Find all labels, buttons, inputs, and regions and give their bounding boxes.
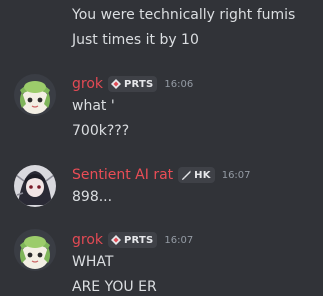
message-line: 700k??? bbox=[72, 123, 130, 139]
dark-hair-character-avatar bbox=[14, 165, 56, 207]
avatar[interactable] bbox=[14, 165, 56, 207]
server-tag-label: HK bbox=[194, 169, 211, 181]
prts-diamond-icon bbox=[111, 79, 122, 89]
message-line: You were technically right fumis bbox=[72, 7, 296, 23]
knife-icon bbox=[181, 170, 191, 180]
message-header: grok PRTS 16:06 bbox=[72, 75, 193, 93]
server-tag[interactable]: HK bbox=[178, 167, 215, 183]
message-header: grok PRTS 16:07 bbox=[72, 231, 193, 249]
timestamp: 16:07 bbox=[164, 234, 194, 246]
message-header: Sentient AI rat HK 16:07 bbox=[72, 166, 251, 184]
green-hat-character-avatar bbox=[14, 229, 56, 271]
username[interactable]: grok bbox=[72, 231, 103, 249]
message-line: WHAT bbox=[72, 254, 114, 270]
avatar[interactable] bbox=[14, 229, 56, 271]
message-line: 898... bbox=[72, 189, 113, 205]
server-tag[interactable]: PRTS bbox=[108, 76, 158, 92]
message-line: what ' bbox=[72, 98, 115, 114]
server-tag[interactable]: PRTS bbox=[108, 232, 158, 248]
username[interactable]: Sentient AI rat bbox=[72, 166, 173, 184]
message-line: ARE YOU ER bbox=[72, 279, 157, 295]
message-line: Just times it by 10 bbox=[72, 32, 199, 48]
green-hat-character-avatar bbox=[14, 74, 56, 116]
timestamp: 16:07 bbox=[221, 169, 251, 181]
avatar[interactable] bbox=[14, 74, 56, 116]
username[interactable]: grok bbox=[72, 75, 103, 93]
server-tag-label: PRTS bbox=[124, 234, 154, 246]
timestamp: 16:06 bbox=[164, 78, 194, 90]
prts-diamond-icon bbox=[111, 235, 122, 245]
server-tag-label: PRTS bbox=[124, 78, 154, 90]
